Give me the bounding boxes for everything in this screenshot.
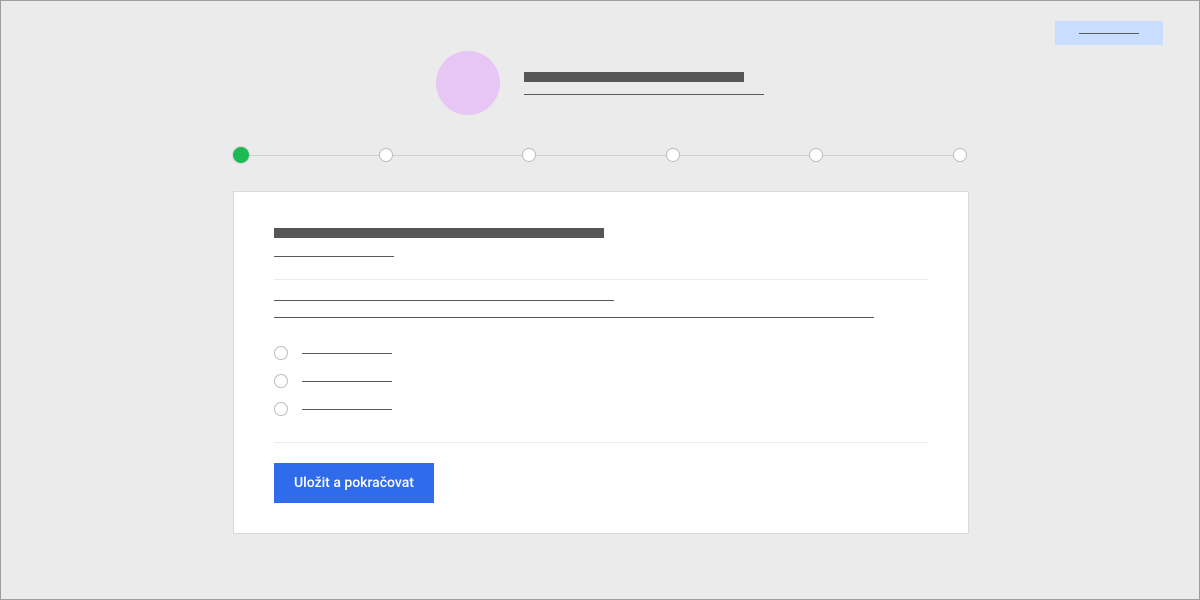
step-connector [536, 155, 666, 156]
divider [274, 442, 928, 443]
step-connector [680, 155, 810, 156]
step-5[interactable] [809, 148, 823, 162]
radio-icon [274, 402, 288, 416]
card-subheading [274, 256, 394, 257]
step-2[interactable] [379, 148, 393, 162]
step-4[interactable] [666, 148, 680, 162]
header-text [524, 72, 764, 95]
description-line-2 [274, 317, 874, 318]
radio-label [302, 409, 392, 410]
form-card: Uložit a pokračovat [233, 191, 969, 534]
radio-label [302, 381, 392, 382]
radio-option-1[interactable] [274, 346, 928, 360]
radio-icon [274, 374, 288, 388]
radio-option-2[interactable] [274, 374, 928, 388]
save-continue-button[interactable]: Uložit a pokračovat [274, 463, 434, 503]
radio-group [274, 346, 928, 416]
page-title [524, 72, 744, 82]
card-heading [274, 228, 604, 238]
top-action-button[interactable] [1055, 21, 1163, 45]
step-6[interactable] [953, 148, 967, 162]
step-3[interactable] [522, 148, 536, 162]
step-1[interactable] [233, 147, 249, 163]
description-line-1 [274, 300, 614, 301]
step-connector [393, 155, 523, 156]
progress-stepper [233, 147, 967, 163]
top-action-label [1079, 33, 1139, 34]
radio-option-3[interactable] [274, 402, 928, 416]
page-header [436, 51, 764, 115]
page-subtitle [524, 94, 764, 95]
radio-icon [274, 346, 288, 360]
avatar [436, 51, 500, 115]
radio-label [302, 353, 392, 354]
step-connector [823, 155, 953, 156]
divider [274, 279, 928, 280]
step-connector [249, 155, 379, 156]
